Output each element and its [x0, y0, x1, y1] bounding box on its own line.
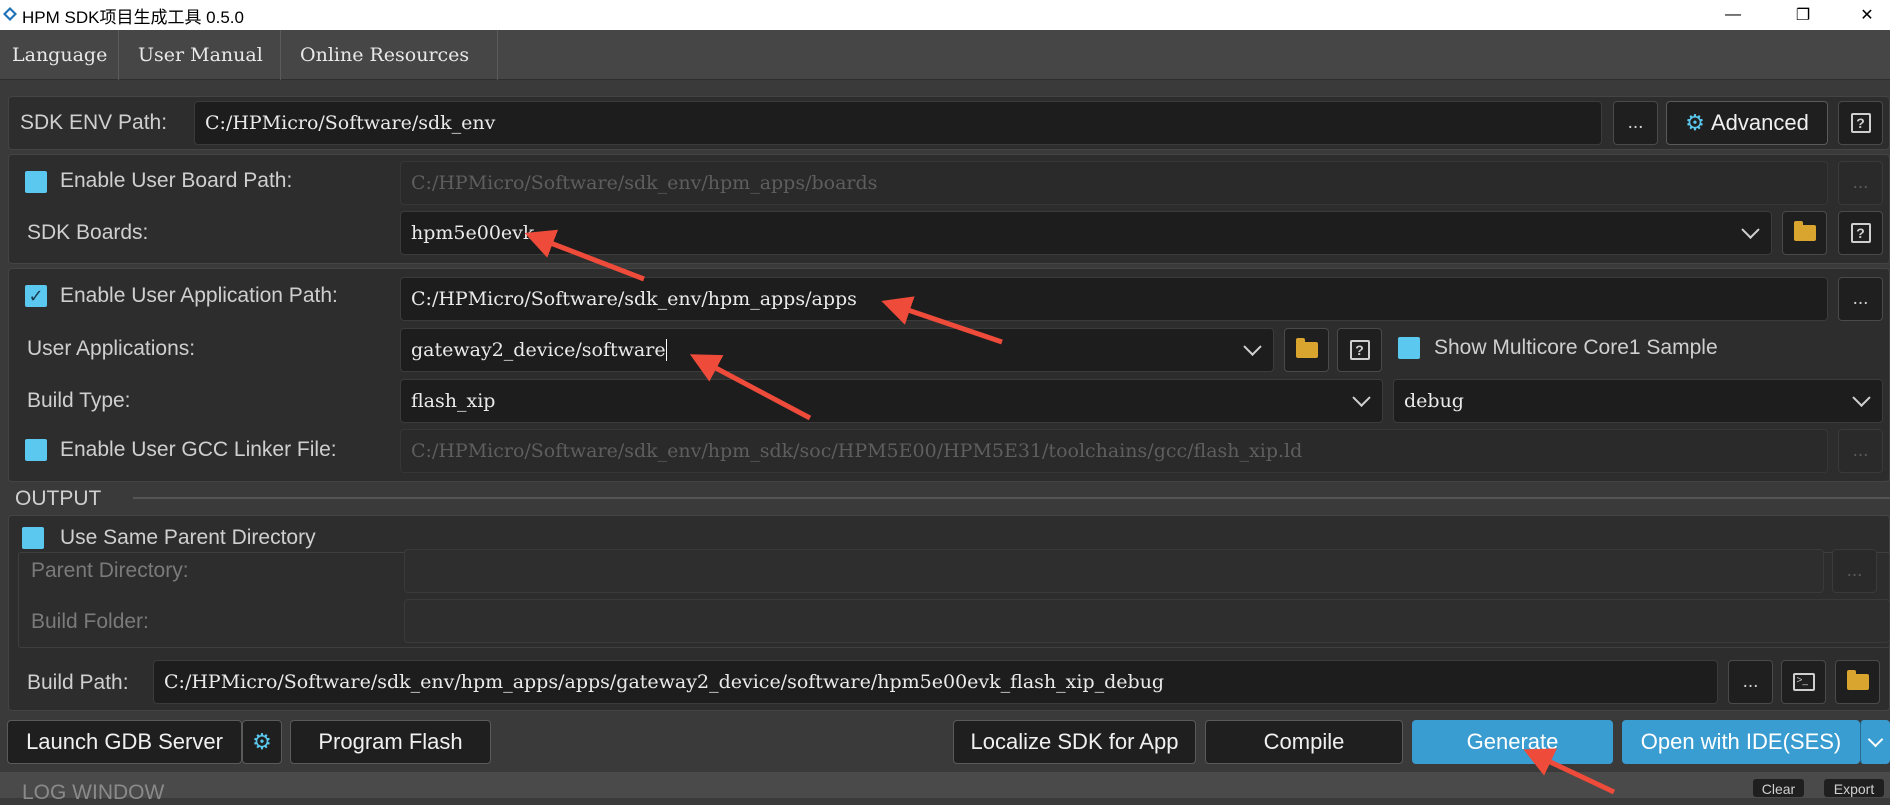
annotation-arrows	[524, 229, 1616, 795]
arrow-annotation	[689, 354, 812, 421]
arrow-annotation	[524, 229, 645, 282]
arrow-annotation	[1523, 748, 1616, 795]
arrow-annotation	[881, 296, 1003, 345]
